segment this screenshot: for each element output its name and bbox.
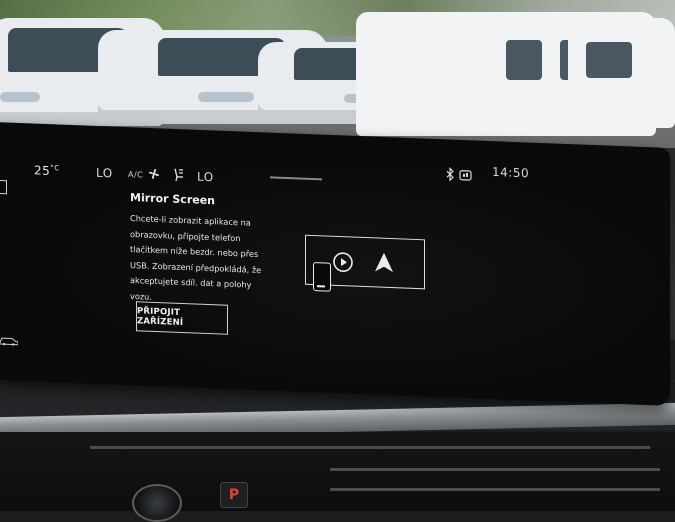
connect-device-button[interactable]: PŘIPOJIT ZAŘÍZENÍ <box>136 301 228 335</box>
lower-dashboard <box>0 432 675 511</box>
android-auto-icon <box>375 252 393 273</box>
phone-icon <box>313 262 331 292</box>
signal-icon <box>459 170 472 181</box>
clock: 14:50 <box>492 164 530 181</box>
pull-down-handle[interactable] <box>270 176 322 181</box>
vehicle-icon[interactable] <box>0 335 18 346</box>
white-van-2 <box>568 18 675 128</box>
bluetooth-icon <box>446 167 454 182</box>
fan-icon[interactable] <box>147 167 161 182</box>
ac-label[interactable]: A/C <box>128 170 143 180</box>
parking-button[interactable]: P <box>220 482 248 508</box>
airflow-seat-icon[interactable] <box>171 167 187 184</box>
menu-edge-icon[interactable] <box>0 180 7 195</box>
fan-speed-right[interactable]: LO <box>197 170 214 185</box>
carplay-icon <box>333 252 353 272</box>
fan-speed-left[interactable]: LO <box>96 166 113 181</box>
control-knob[interactable] <box>132 484 182 522</box>
mirror-screen-description: Chcete-li zobrazit aplikace na obrazovku… <box>130 211 295 310</box>
temperature-left[interactable]: 25°C <box>34 163 60 178</box>
infotainment-screen: 25°C LO A/C LO 14:50 Mirror Screen Chcet… <box>0 128 662 398</box>
mirror-screen-title: Mirror Screen <box>130 190 215 208</box>
